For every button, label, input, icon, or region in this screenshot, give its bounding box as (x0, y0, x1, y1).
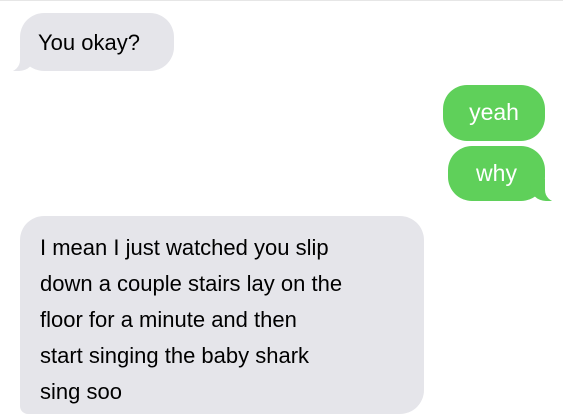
received-message-bubble[interactable]: You okay? (7, 13, 174, 72)
sent-message-bubble[interactable]: yeah (443, 85, 545, 141)
message-text: You okay? (38, 30, 140, 55)
message-text: I mean I just watched you slip down a co… (40, 235, 343, 404)
top-divider (0, 0, 563, 1)
sent-message-bubble[interactable]: why (448, 146, 558, 202)
message-text: yeah (469, 99, 519, 125)
message-text: why (476, 160, 517, 186)
received-message-bubble[interactable]: I mean I just watched you slip down a co… (20, 216, 424, 414)
